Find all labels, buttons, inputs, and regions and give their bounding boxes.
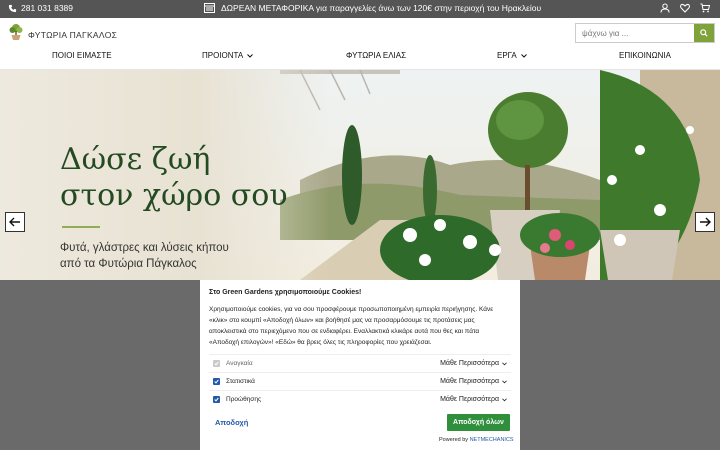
accept-all-button[interactable]: Αποδοχή όλων [447,414,510,431]
necessary-learn-more[interactable]: Μάθε Περισσότερα [440,360,507,367]
hero-subtitle: Φυτά, γλάστρες και λύσεις κήπου από τα Φ… [60,240,290,272]
hero-subtitle-line: από τα Φυτώρια Πάγκαλος [60,258,197,270]
statistics-label: Στατιστικά [226,378,255,385]
heart-icon[interactable] [680,3,690,13]
cookie-text-line: αποκλειστικά στο περιεχόμενο που σε ενδι… [209,328,480,335]
search-input[interactable] [576,24,695,42]
shipping-icon [204,3,215,13]
chevron-down-icon [502,379,507,383]
arrow-left-icon [9,217,20,227]
nav-label: ΕΠΙΚΟΙΝΩΝΙΑ [619,51,671,60]
slider-prev-button[interactable] [5,212,25,232]
cookie-consent-dialog: Στο Green Gardens χρησιμοποιούμε Cookies… [200,280,520,450]
chevron-down-icon [247,53,254,58]
site-header: ΦΥΤΩΡΙΑ ΠΑΓΚΑΛΟΣ [0,18,720,46]
nav-item-projects[interactable]: ΕΡΓΑ [497,51,527,60]
shipping-promo: ΔΩΡΕΑΝ ΜΕΤΑΦΟΡΙΚΑ για παραγγελίες άνω τω… [204,3,541,13]
hero-slider: Δώσε ζωή στον χώρο σου Φυτά, γλάστρες κα… [0,70,720,280]
cookie-text-line: «κλικ» στο κουμπί «Αποδοχή όλων» και βοή… [209,317,475,324]
cookie-title: Στο Green Gardens χρησιμοποιούμε Cookies… [209,289,362,296]
chevron-down-icon [520,53,527,58]
learn-more-label: Μάθε Περισσότερα [440,396,499,403]
chevron-down-icon [502,397,507,401]
check-icon [214,379,219,384]
search-box [575,23,715,43]
nav-item-about[interactable]: ΠΟΙΟΙ ΕΙΜΑΣΤΕ [52,51,112,60]
necessary-checkbox [213,360,220,367]
cart-icon[interactable] [700,3,710,13]
search-button[interactable] [694,24,714,42]
check-icon [214,397,219,402]
accept-selection-button[interactable]: Αποδοχή [215,418,248,427]
nav-label: ΠΟΙΟΙ ΕΙΜΑΣΤΕ [52,51,112,60]
cookie-text-line: Χρησιμοποιούμε cookies, για να σου προσφ… [209,306,494,313]
marketing-label: Προώθησης [226,396,262,403]
search-icon [700,29,708,37]
powered-by-brand-link[interactable]: NETMECHANICS [470,437,514,443]
check-icon [214,361,219,366]
learn-more-label: Μάθε Περισσότερα [440,360,499,367]
statistics-learn-more[interactable]: Μάθε Περισσότερα [440,378,507,385]
hero-title-line: Δώσε ζωή [60,142,211,177]
cookie-row-marketing: Προώθησης Μάθε Περισσότερα [209,390,511,408]
cookie-row-statistics: Στατιστικά Μάθε Περισσότερα [209,372,511,390]
cookie-text: Χρησιμοποιούμε cookies, για να σου προσφ… [209,304,511,348]
cookie-row-necessary: Αναγκαία Μάθε Περισσότερα [209,354,511,372]
site-logo[interactable]: ΦΥΤΩΡΙΑ ΠΑΓΚΑΛΟΣ [8,23,117,46]
nav-label: ΕΡΓΑ [497,51,517,60]
phone-link[interactable]: 281 031 8389 [8,3,73,13]
cookie-text-line: «Αποδοχή επιλογών»! «Εδώ» θα βρεις όλες … [209,339,432,346]
statistics-checkbox[interactable] [213,378,220,385]
phone-icon [8,4,17,13]
powered-by-prefix: Powered by [439,437,469,443]
hero-divider [62,226,100,228]
shipping-promo-text: ΔΩΡΕΑΝ ΜΕΤΑΦΟΡΙΚΑ για παραγγελίες άνω τω… [221,3,542,13]
marketing-checkbox[interactable] [213,396,220,403]
chevron-down-icon [502,361,507,365]
learn-more-label: Μάθε Περισσότερα [440,378,499,385]
hero-subtitle-line: Φυτά, γλάστρες και λύσεις κήπου [60,242,229,254]
nav-item-olive-nursery[interactable]: ΦΥΤΩΡΙΑ ΕΛΙΑΣ [346,51,406,60]
arrow-right-icon [700,217,711,227]
hero-title: Δώσε ζωή στον χώρο σου [60,142,288,214]
hero-title-line: στον χώρο σου [60,178,288,213]
slider-next-button[interactable] [695,212,715,232]
nav-label: ΠΡΟΙΟΝΤΑ [202,51,244,60]
logo-text: ΦΥΤΩΡΙΑ ΠΑΓΚΑΛΟΣ [28,29,118,40]
top-bar: 281 031 8389 ΔΩΡΕΑΝ ΜΕΤΑΦΟΡΙΚΑ για παραγ… [0,0,720,18]
powered-by: Powered by NETMECHANICS [439,437,514,443]
necessary-label: Αναγκαία [226,360,253,367]
logo-plant-icon [8,23,24,46]
main-nav: ΠΟΙΟΙ ΕΙΜΑΣΤΕ ΠΡΟΙΟΝΤΑ ΦΥΤΩΡΙΑ ΕΛΙΑΣ ΕΡΓ… [0,46,720,70]
marketing-learn-more[interactable]: Μάθε Περισσότερα [440,396,507,403]
phone-number: 281 031 8389 [21,3,73,13]
nav-item-products[interactable]: ΠΡΟΙΟΝΤΑ [202,51,254,60]
nav-label: ΦΥΤΩΡΙΑ ΕΛΙΑΣ [346,51,407,60]
user-icon[interactable] [660,3,670,13]
nav-item-contact[interactable]: ΕΠΙΚΟΙΝΩΝΙΑ [619,51,671,60]
